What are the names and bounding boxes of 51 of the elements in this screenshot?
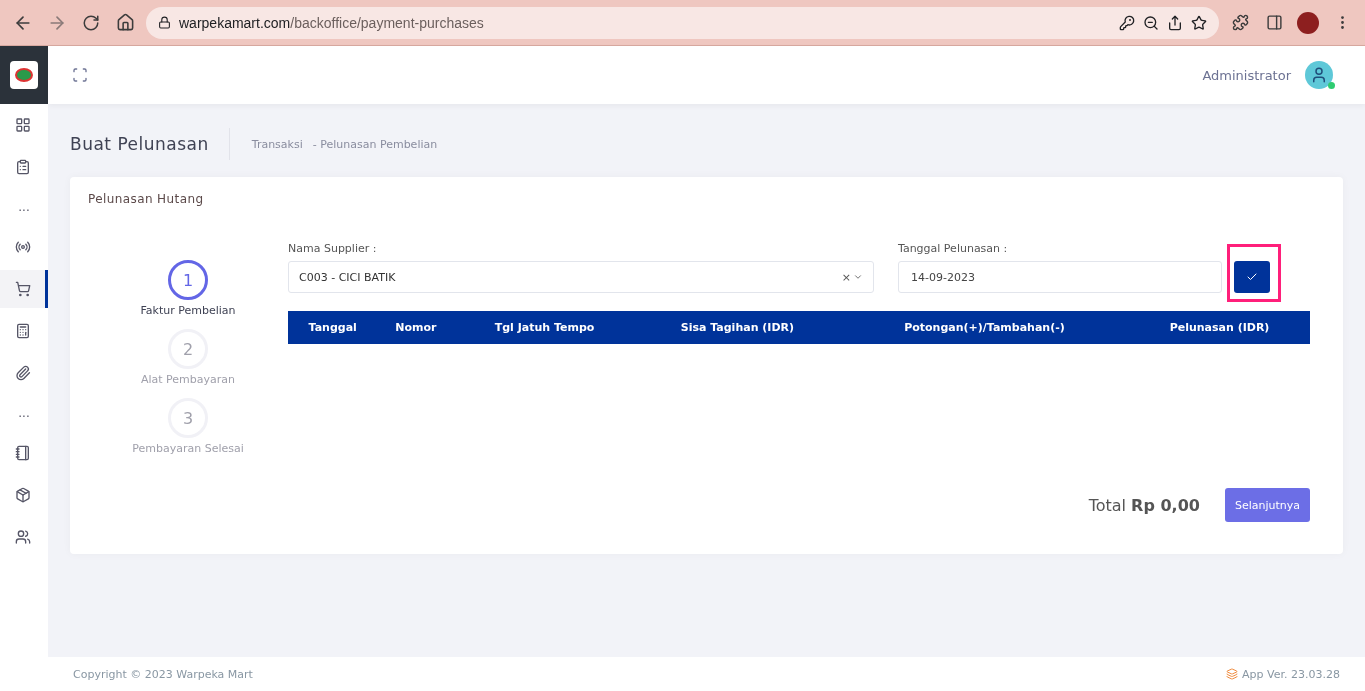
broadcast-icon [14, 239, 31, 255]
zoom-out-icon[interactable] [1143, 14, 1159, 31]
address-bar[interactable]: warpekamart.com/backoffice/payment-purchases [146, 6, 1219, 39]
step-label: Pembayaran Selesai [132, 442, 244, 455]
column-header: Pelunasan (IDR) [1129, 311, 1310, 344]
column-header: Tanggal [288, 311, 378, 344]
paperclip-icon [14, 365, 31, 381]
logo-icon [10, 61, 38, 89]
cart-icon [14, 281, 31, 297]
step-label: Alat Pembayaran [140, 373, 236, 386]
url-text: warpekamart.com/backoffice/payment-purchases [179, 14, 484, 31]
menu-separator: ... [18, 405, 30, 422]
caret-icon[interactable] [853, 272, 863, 282]
star-icon[interactable] [1191, 14, 1207, 31]
column-header: Nomor [377, 311, 455, 344]
column-header: Sisa Tagihan (IDR) [634, 311, 840, 344]
field-label: Tanggal Pelunasan : [898, 242, 1009, 255]
supplier-select[interactable]: C003 - CICI BATIK × [288, 261, 874, 293]
copyright-text: Copyright © 2023 Warpeka Mart [73, 667, 253, 681]
highlight-frame [1227, 244, 1281, 302]
check-icon [1246, 271, 1258, 283]
user-avatar[interactable] [1305, 61, 1333, 89]
column-header: Potongan(+)/Tambahan(-) [839, 311, 1130, 344]
key-icon[interactable] [1119, 14, 1135, 31]
clear-icon[interactable]: × [841, 270, 851, 284]
next-button[interactable]: Selanjutnya [1224, 488, 1310, 522]
grid-icon [14, 117, 31, 133]
layers-icon [1226, 668, 1239, 680]
share-icon[interactable] [1167, 14, 1183, 31]
box-icon [14, 487, 31, 503]
version-text: App Ver. 23.03.28 [1242, 667, 1340, 681]
menu-separator: ... [18, 199, 30, 216]
step-circle: 2 [168, 329, 208, 369]
date-field[interactable]: 14-09-2023 [898, 261, 1222, 293]
notebook-icon [14, 445, 31, 461]
step-circle: 1 [168, 260, 208, 300]
person-icon [1310, 66, 1328, 84]
calculator-icon [14, 323, 31, 339]
page-title: Buat Pelunasan [70, 128, 230, 160]
fullscreen-icon[interactable] [72, 67, 88, 83]
clipboard-icon [14, 159, 31, 175]
user-name: Administrator [1202, 67, 1291, 83]
users-icon [14, 529, 31, 545]
column-header: Tgl Jatuh Tempo [454, 311, 635, 344]
sidebar-item[interactable] [0, 270, 48, 308]
lock-icon [158, 16, 171, 29]
field-label: Nama Supplier : [288, 242, 378, 255]
total-amount: Total Rp 0,00 [1088, 495, 1200, 515]
step-circle: 3 [168, 398, 208, 438]
step-label: Faktur Pembelian [140, 304, 236, 317]
card-title: Pelunasan Hutang [88, 192, 205, 206]
